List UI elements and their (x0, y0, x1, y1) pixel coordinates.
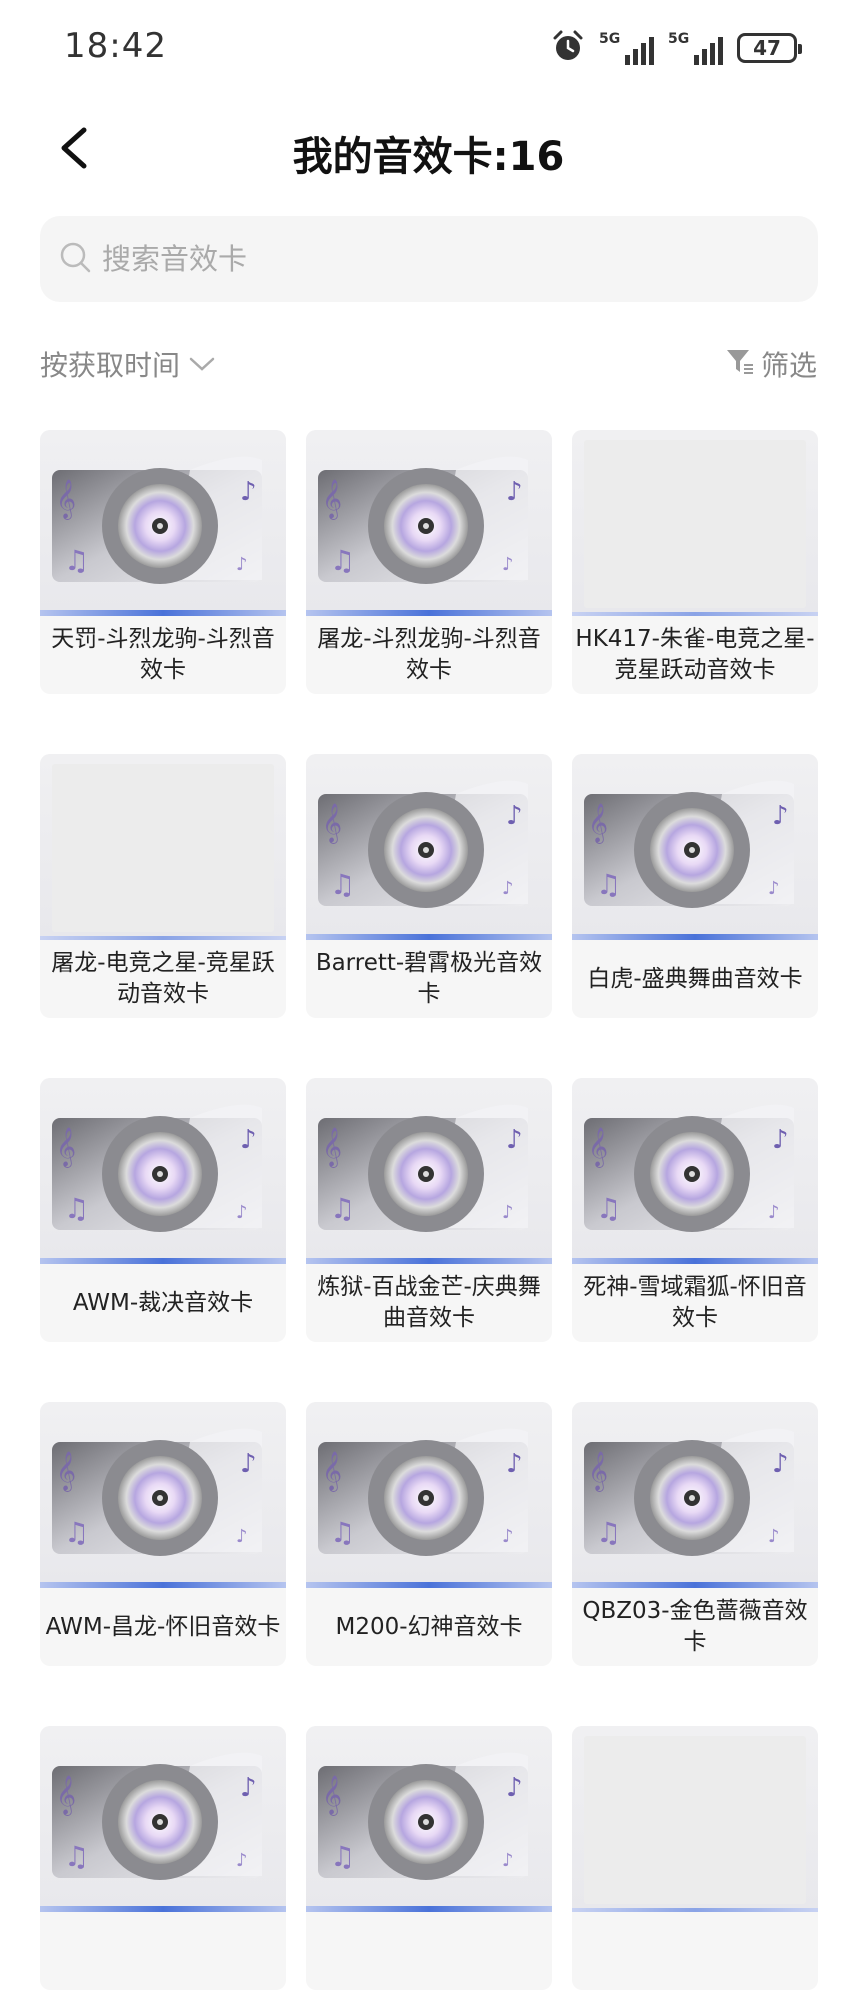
filter-icon (725, 346, 755, 383)
filter-button[interactable]: 筛选 (725, 344, 817, 384)
filter-label: 筛选 (760, 349, 817, 382)
card-label: 天罚-斗烈龙驹-斗烈音效卡 (51, 626, 275, 683)
card-thumbnail-placeholder (572, 1726, 818, 1912)
sound-card[interactable]: 屠龙-斗烈龙驹-斗烈音效卡 (306, 430, 552, 694)
sound-card[interactable]: 死神-雪域霜狐-怀旧音效卡 (572, 1078, 818, 1342)
battery-level: 47 (753, 36, 781, 60)
disc-icon (306, 1078, 552, 1264)
sound-card[interactable]: QBZ03-金色蔷薇音效卡 (572, 1402, 818, 1666)
status-icons: 5G 5G 47 (551, 28, 802, 68)
card-thumbnail-placeholder (572, 430, 818, 616)
sound-card[interactable] (306, 1726, 552, 1990)
sound-card[interactable]: AWM-昌龙-怀旧音效卡 (40, 1402, 286, 1666)
disc-icon (40, 430, 286, 616)
status-bar: 18:42 5G 5G 47 (0, 0, 857, 95)
battery-icon: 47 (737, 33, 802, 63)
disc-icon (572, 1078, 818, 1264)
card-label: Barrett-碧霄极光音效卡 (315, 950, 543, 1007)
sound-card[interactable]: HK417-朱雀-电竞之星-竞星跃动音效卡 (572, 430, 818, 694)
card-label (572, 1912, 818, 1990)
sound-card[interactable]: 屠龙-电竞之星-竞星跃动音效卡 (40, 754, 286, 1018)
disc-icon (306, 754, 552, 940)
disc-icon (40, 1078, 286, 1264)
search-icon (58, 240, 92, 278)
card-label: 屠龙-电竞之星-竞星跃动音效卡 (51, 950, 275, 1007)
network-type-1: 5G (599, 31, 621, 47)
sound-card[interactable]: M200-幻神音效卡 (306, 1402, 552, 1666)
sound-card[interactable]: 白虎-盛典舞曲音效卡 (572, 754, 818, 1018)
card-label: 白虎-盛典舞曲音效卡 (587, 965, 803, 992)
disc-icon (572, 1402, 818, 1588)
card-label: M200-幻神音效卡 (335, 1613, 523, 1640)
sound-card[interactable] (572, 1726, 818, 1990)
sound-card-grid: 天罚-斗烈龙驹-斗烈音效卡 屠龙-斗烈龙驹-斗烈音效卡 HK417-朱雀-电竞之星-… (40, 430, 818, 1990)
sound-card[interactable]: Barrett-碧霄极光音效卡 (306, 754, 552, 1018)
card-label: QBZ03-金色蔷薇音效卡 (582, 1598, 808, 1655)
chevron-down-icon (188, 348, 216, 381)
page-title: 我的音效卡:16 (292, 134, 565, 180)
card-label: HK417-朱雀-电竞之星-竞星跃动音效卡 (575, 626, 815, 683)
search-input[interactable] (102, 242, 782, 276)
disc-icon (306, 1402, 552, 1588)
disc-icon (40, 1402, 286, 1588)
sort-dropdown[interactable]: 按获取时间 (40, 344, 216, 384)
signal-icon: 5G (668, 31, 723, 65)
card-thumbnail-placeholder (40, 754, 286, 940)
card-label: 屠龙-斗烈龙驹-斗烈音效卡 (317, 626, 541, 683)
network-type-2: 5G (668, 31, 690, 47)
sound-card[interactable]: 天罚-斗烈龙驹-斗烈音效卡 (40, 430, 286, 694)
card-label (306, 1912, 552, 1990)
sound-card[interactable]: AWM-裁决音效卡 (40, 1078, 286, 1342)
card-label: 死神-雪域霜狐-怀旧音效卡 (583, 1274, 807, 1331)
signal-icon: 5G (599, 31, 654, 65)
sort-label: 按获取时间 (40, 349, 181, 382)
search-bar[interactable] (40, 216, 818, 302)
card-label (40, 1912, 286, 1990)
sound-card[interactable]: 炼狱-百战金芒-庆典舞曲音效卡 (306, 1078, 552, 1342)
disc-icon (306, 430, 552, 616)
status-time: 18:42 (64, 26, 167, 66)
card-label: AWM-昌龙-怀旧音效卡 (45, 1613, 281, 1640)
card-label: 炼狱-百战金芒-庆典舞曲音效卡 (317, 1274, 541, 1331)
app-header: 我的音效卡:16 (0, 100, 857, 200)
sound-card[interactable] (40, 1726, 286, 1990)
card-label: AWM-裁决音效卡 (72, 1289, 254, 1316)
disc-icon (572, 754, 818, 940)
alarm-icon (551, 29, 585, 67)
disc-icon (40, 1726, 286, 1912)
disc-icon (306, 1726, 552, 1912)
